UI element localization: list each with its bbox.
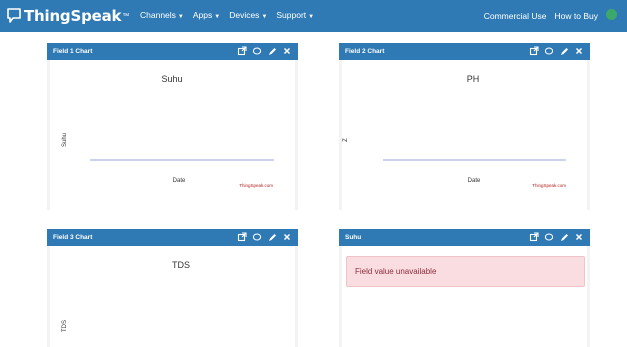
caret-down-icon: ▼ [308, 14, 315, 20]
chart-credit-link[interactable]: ThingSpeak.com [239, 183, 273, 188]
panel-title: Field 1 Chart [53, 48, 93, 55]
top-navbar: ThingSpeak ™ Channels ▼ Apps ▼ Devices ▼ Su… [0, 0, 627, 32]
close-icon[interactable] [574, 231, 584, 243]
panel-tools [529, 231, 584, 243]
trademark-mark: ™ [122, 12, 130, 20]
chart-title: PH [467, 74, 480, 84]
chart-credit-link[interactable]: ThingSpeak.com [532, 183, 566, 188]
y-axis-label: TDS [62, 320, 68, 332]
panel-title: Field 3 Chart [53, 234, 93, 241]
close-icon[interactable] [282, 231, 292, 243]
caret-down-icon: ▼ [177, 14, 184, 20]
chart-area: Suhu Suhu Date ThingSpeak.com [50, 60, 295, 210]
menu-support[interactable]: Support ▼ [276, 10, 314, 20]
line-chart: Suhu Suhu Date ThingSpeak.com [62, 74, 274, 188]
panel-title: Suhu [345, 234, 362, 241]
y-axis-label: Z [343, 138, 349, 142]
close-icon[interactable] [574, 45, 584, 57]
commercial-use-link[interactable]: Commercial Use [484, 11, 547, 21]
menu-apps-label: Apps [192, 10, 213, 20]
external-link-icon[interactable] [529, 231, 539, 243]
x-axis-label: Date [468, 178, 481, 184]
menu-channels-label: Channels [140, 10, 176, 20]
field-1-chart-panel: Field 1 Chart Suhu Suhu Date ThingSpeak.… [47, 43, 298, 210]
close-icon[interactable] [282, 45, 292, 57]
menu-devices[interactable]: Devices ▼ [229, 10, 267, 20]
y-axis-label: Suhu [62, 133, 68, 147]
chart-title: TDS [172, 260, 190, 270]
how-to-buy-link[interactable]: How to Buy [555, 11, 598, 21]
pencil-icon[interactable] [267, 45, 277, 57]
line-chart: PH Z Date ThingSpeak.com [343, 74, 566, 188]
menu-channels[interactable]: Channels ▼ [140, 10, 184, 20]
user-avatar-icon[interactable] [606, 9, 617, 20]
panel-tools [237, 45, 292, 57]
brand-logo-link[interactable]: ThingSpeak ™ [7, 7, 129, 25]
x-axis-label: Date [173, 178, 186, 184]
pencil-icon[interactable] [559, 45, 569, 57]
brand-name: ThingSpeak [24, 7, 122, 25]
chat-bubble-icon [7, 8, 21, 23]
field-2-chart-panel: Field 2 Chart PH Z Date ThingSpeak.com [339, 43, 590, 210]
field-3-chart-panel: Field 3 Chart TDS TDS [47, 229, 298, 347]
nav-right-links: Commercial Use How to Buy [484, 9, 617, 21]
pencil-icon[interactable] [559, 231, 569, 243]
comment-icon[interactable] [544, 45, 554, 57]
chart-area: PH Z Date ThingSpeak.com [342, 60, 587, 210]
panel-header: Field 3 Chart [47, 229, 298, 246]
widget-area: Field value unavailable [342, 246, 587, 347]
suhu-value-panel: Suhu Field value unavailable [339, 229, 590, 347]
external-link-icon[interactable] [237, 45, 247, 57]
panel-header: Field 2 Chart [339, 43, 590, 60]
panel-header: Field 1 Chart [47, 43, 298, 60]
pencil-icon[interactable] [267, 231, 277, 243]
panel-title: Field 2 Chart [345, 48, 385, 55]
caret-down-icon: ▼ [261, 14, 268, 20]
comment-icon[interactable] [544, 231, 554, 243]
chart-title: Suhu [161, 74, 182, 84]
line-chart: TDS TDS [62, 260, 190, 332]
menu-devices-label: Devices [229, 10, 260, 20]
chart-area: TDS TDS [50, 246, 295, 347]
menu-apps[interactable]: Apps ▼ [193, 10, 220, 20]
comment-icon[interactable] [252, 231, 262, 243]
panel-tools [237, 231, 292, 243]
external-link-icon[interactable] [529, 45, 539, 57]
comment-icon[interactable] [252, 45, 262, 57]
external-link-icon[interactable] [237, 231, 247, 243]
panel-tools [529, 45, 584, 57]
menu-support-label: Support [276, 10, 307, 20]
caret-down-icon: ▼ [214, 14, 221, 20]
panel-header: Suhu [339, 229, 590, 246]
main-menu: Channels ▼ Apps ▼ Devices ▼ Support ▼ [140, 10, 314, 20]
field-unavailable-alert: Field value unavailable [346, 256, 585, 287]
